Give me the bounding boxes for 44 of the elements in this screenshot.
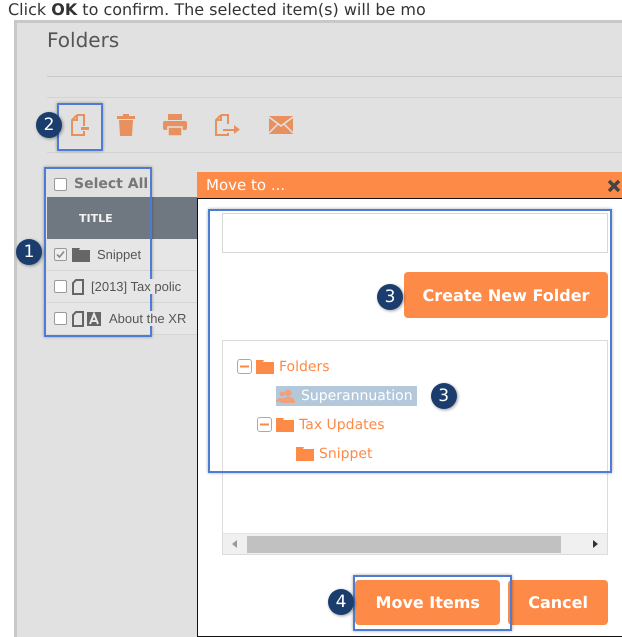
horizontal-scrollbar[interactable] (223, 533, 607, 554)
people-icon (276, 388, 296, 402)
instruction-text: Click OK to confirm. The selected item(s) will be mo (7, 1, 426, 19)
folder-icon (296, 446, 314, 460)
select-all-label: Select All (74, 176, 148, 192)
document-letter-icon (72, 310, 102, 326)
step-number-badge: 3 (430, 382, 457, 408)
envelope-icon[interactable] (269, 116, 293, 134)
collapse-toggle[interactable] (237, 359, 252, 374)
dialog-title: Move to ... (206, 176, 286, 194)
step-number-badge: 3 (377, 284, 403, 310)
step-number-badge: 4 (328, 589, 354, 615)
tree-item[interactable]: Snippet (296, 444, 377, 464)
document-minus-icon[interactable] (71, 114, 89, 136)
folder-name-field[interactable] (222, 213, 608, 253)
trash-icon[interactable] (117, 114, 135, 136)
document-arrow-icon[interactable] (215, 114, 241, 136)
printer-icon[interactable] (163, 114, 187, 136)
table-row[interactable]: About the XR (47, 303, 197, 335)
create-folder-button[interactable]: Create New Folder (404, 272, 608, 318)
row-checkbox[interactable] (54, 280, 67, 293)
document-icon (72, 278, 84, 294)
dialog-button[interactable]: Move Items (355, 580, 500, 625)
folder-icon (72, 248, 90, 262)
column-header: TITLE (78, 212, 113, 224)
row-checkbox[interactable] (54, 248, 67, 261)
tree-item[interactable]: Folders (256, 356, 334, 376)
tree-item[interactable]: Tax Updates (276, 414, 389, 434)
row-checkbox[interactable] (54, 312, 67, 325)
select-all-checkbox[interactable] (54, 178, 67, 190)
item-title: About the XR (107, 311, 186, 326)
dialog-button[interactable]: Cancel (508, 580, 608, 625)
table-row[interactable]: Snippet (47, 239, 197, 271)
table-row[interactable]: [2013] Tax polic (47, 271, 197, 303)
collapse-toggle[interactable] (257, 417, 272, 432)
item-title: Snippet (95, 247, 142, 262)
item-title: [2013] Tax polic (89, 279, 182, 294)
folder-icon (256, 360, 274, 374)
folder-icon (276, 418, 294, 432)
step-number-badge: 2 (36, 112, 62, 138)
page-title: Folders (47, 23, 622, 77)
close-icon[interactable] (607, 179, 621, 193)
tree-item[interactable]: Superannuation (276, 386, 417, 406)
step-number-badge: 1 (16, 239, 42, 265)
